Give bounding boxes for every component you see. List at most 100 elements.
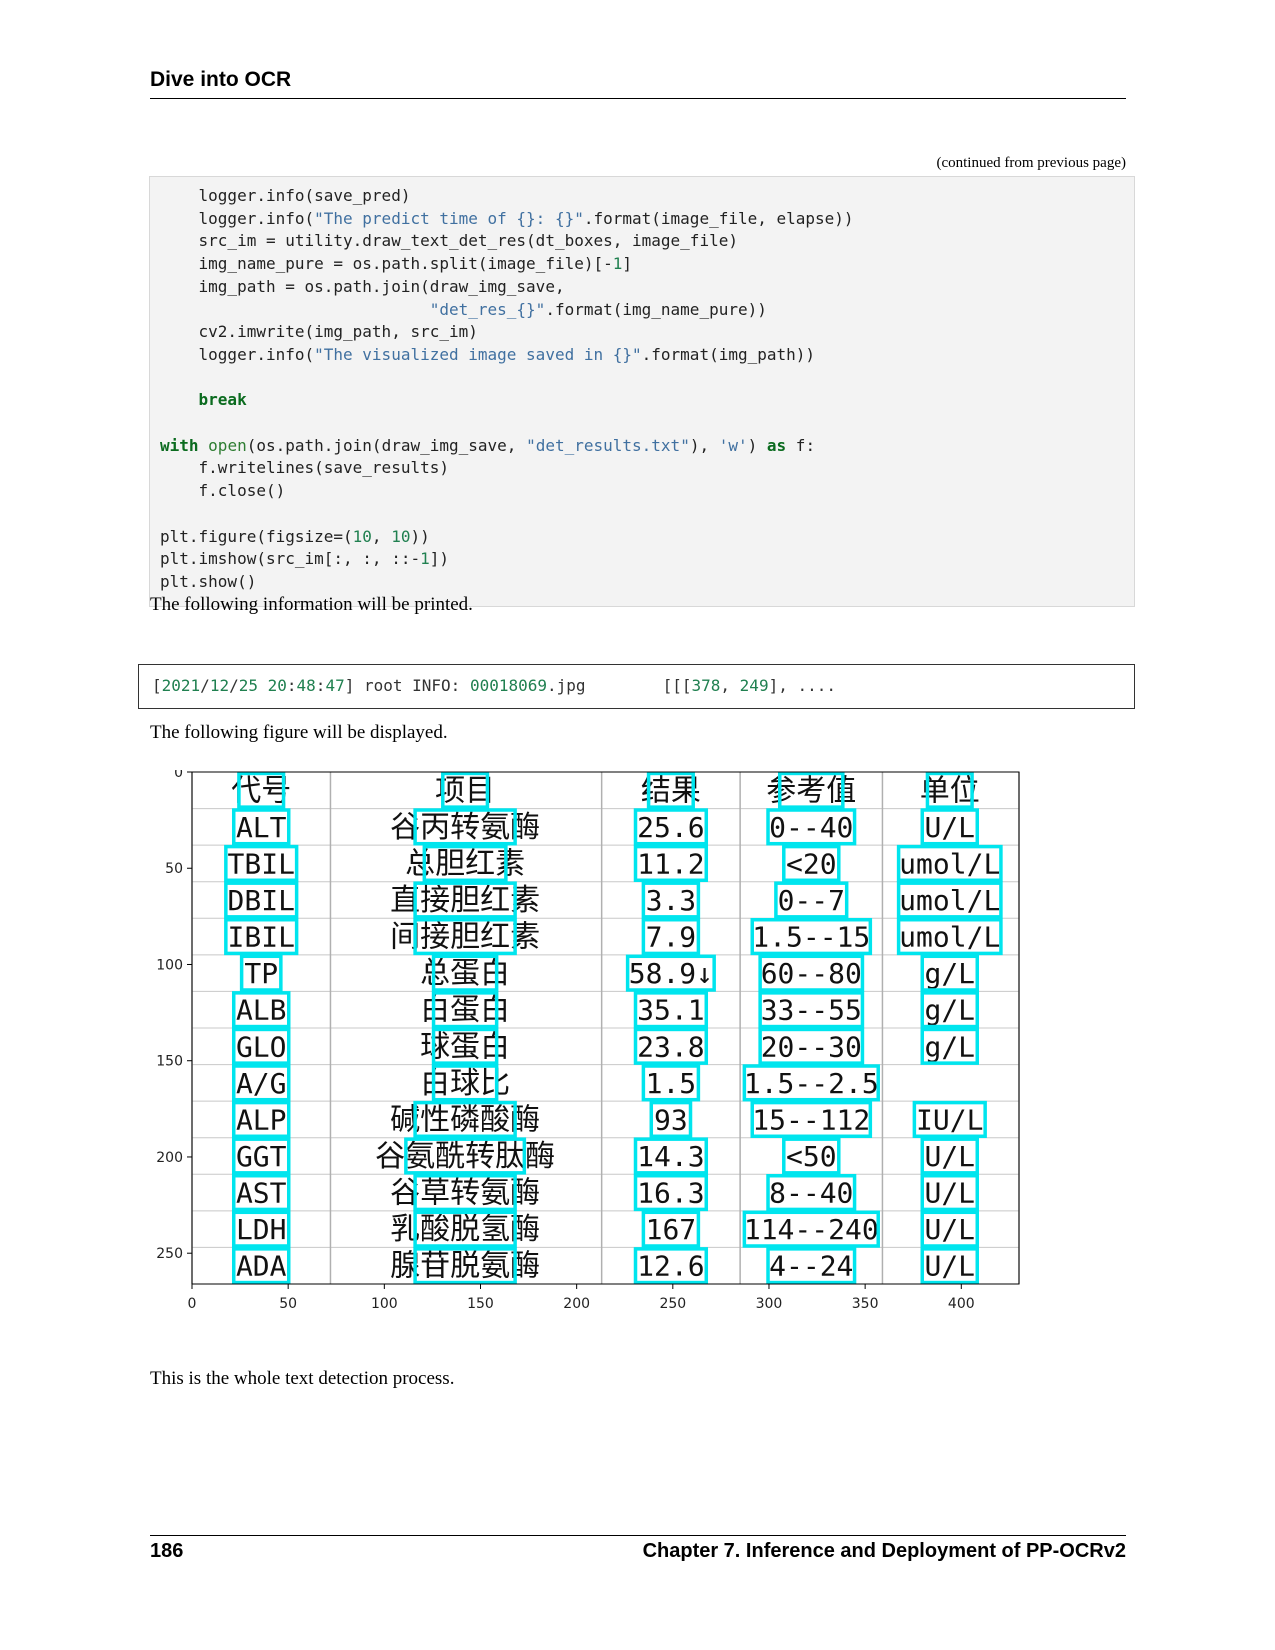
table-cell-text: ALB [236, 994, 287, 1027]
table-cell-text: 8--40 [769, 1177, 853, 1210]
x-tick-label: 350 [852, 1296, 879, 1312]
table-cell-text: umol/L [899, 921, 1000, 954]
table-cell-text: 谷丙转氨酶 [390, 810, 540, 845]
table-cell-text: g/L [924, 994, 975, 1027]
table-cell-text: ALT [236, 811, 287, 844]
y-tick-label: 0 [174, 770, 183, 781]
table-cell-text: 3.3 [646, 884, 697, 917]
table-cell-text: 腺苷脱氨酶 [390, 1249, 540, 1284]
footer-chapter-title: Chapter 7. Inference and Deployment of P… [642, 1540, 1126, 1562]
table-cell-text: LDH [236, 1213, 287, 1246]
table-cell-text: 58.9↓ [629, 957, 713, 990]
code-line: "det_res_{}".format(img_name_pure)) [429, 299, 767, 319]
table-cell-text: 35.1 [637, 994, 704, 1027]
x-tick-label: 50 [279, 1296, 297, 1312]
y-tick-label: 200 [156, 1150, 183, 1166]
code-line: logger.info("The predict time of {}: {}"… [160, 208, 854, 228]
code-line: img_name_pure = os.path.split(image_file… [160, 254, 633, 274]
x-tick-label: 150 [467, 1296, 494, 1312]
table-cell-text: IBIL [228, 921, 295, 954]
table-cell-text: 11.2 [637, 847, 704, 880]
output-text: [2021/12/25 20:48:47] root INFO: 0001806… [152, 676, 837, 695]
footer-page-number: 186 [150, 1540, 184, 1562]
running-header-title: Dive into OCR [150, 68, 292, 91]
table-cell-text: ADA [236, 1250, 287, 1283]
table-cell-text: TP [244, 957, 278, 990]
output-block: [2021/12/25 20:48:47] root INFO: 0001806… [138, 664, 1135, 709]
table-cell-text: 碱性磷酸酶 [390, 1102, 540, 1137]
code-line: f.writelines(save_results) [160, 458, 449, 478]
y-tick-label: 250 [156, 1246, 183, 1262]
table-cell-text: umol/L [899, 847, 1000, 880]
table-cell-text: 7.9 [646, 921, 697, 954]
code-line: plt.imshow(src_im[:, :, ::-1]) [160, 549, 449, 569]
paragraph-closing: This is the whole text detection process… [150, 1368, 455, 1389]
table-cell-text: 114--240 [744, 1213, 879, 1246]
table-cell-text: GLO [236, 1030, 287, 1063]
table-cell-text: 23.8 [637, 1030, 704, 1063]
table-cell-text: 直接胆红素 [390, 883, 540, 918]
table-cell-text: U/L [924, 1177, 975, 1210]
table-cell-text: 4--24 [769, 1250, 853, 1283]
y-tick-label: 100 [156, 957, 183, 973]
paragraph-printed: The following information will be printe… [150, 594, 473, 615]
table-cell-text: <50 [786, 1140, 837, 1173]
code-line: img_path = os.path.join(draw_img_save, [160, 276, 565, 296]
table-cell-text: U/L [924, 811, 975, 844]
table-cell-text: 167 [646, 1213, 697, 1246]
code-line: logger.info("The visualized image saved … [160, 344, 816, 364]
table-cell-text: 0--40 [769, 811, 853, 844]
table-cell-text: 谷草转氨酶 [390, 1176, 540, 1211]
paragraph-figure: The following figure will be displayed. [150, 722, 448, 743]
continued-note: (continued from previous page) [936, 155, 1126, 171]
table-cell-text: 1.5--2.5 [744, 1067, 879, 1100]
detection-figure: 代号 项目 结果 参考值 单位ALT 谷丙转氨酶 25.6 0--40 U/LTBIL 总胆红素 1… [156, 770, 1020, 1312]
table-cell-text: 0--7 [778, 884, 845, 917]
table-cell-text: 谷氨酰转肽酶 [375, 1139, 555, 1174]
table-cell-text: 14.3 [637, 1140, 704, 1173]
x-tick-label: 100 [371, 1296, 398, 1312]
table-cell-text: DBIL [228, 884, 295, 917]
table-cell-text: 1.5 [646, 1067, 697, 1100]
x-tick-label: 200 [563, 1296, 590, 1312]
table-cell-text: 20--30 [761, 1030, 862, 1063]
table-cell-text: U/L [924, 1140, 975, 1173]
footer-rule [150, 1535, 1126, 1536]
table-cell-text: A/G [236, 1067, 287, 1100]
table-cell-text: <20 [786, 847, 837, 880]
table-cell-text: 25.6 [637, 811, 704, 844]
table-cell-text: IU/L [916, 1103, 983, 1136]
table-cell-text: 1.5--15 [752, 921, 870, 954]
table-cell-text: 16.3 [637, 1177, 704, 1210]
table-cell-text: umol/L [899, 884, 1000, 917]
code-line: with open(os.path.join(draw_img_save, "d… [160, 435, 816, 455]
y-tick-label: 150 [156, 1054, 183, 1070]
code-line: f.close() [160, 481, 286, 501]
header-rule [150, 98, 1126, 99]
table-cell-text: ALP [236, 1103, 287, 1136]
table-cell-text: U/L [924, 1250, 975, 1283]
code-line: break [198, 390, 247, 410]
code-line: src_im = utility.draw_text_det_res(dt_bo… [160, 231, 738, 251]
table-cell-text: AST [236, 1177, 287, 1210]
x-tick-label: 300 [756, 1296, 783, 1312]
table-cell-text: 12.6 [637, 1250, 704, 1283]
table-cell-text: 乳酸脱氢酶 [390, 1212, 540, 1247]
x-tick-label: 0 [188, 1296, 197, 1312]
y-tick-label: 50 [165, 861, 183, 877]
table-cell-text: 93 [654, 1103, 688, 1136]
code-text: logger.info(save_pred) logger.info("The … [160, 185, 854, 594]
code-line: cv2.imwrite(img_path, src_im) [160, 322, 478, 342]
table-cell-text: g/L [924, 957, 975, 990]
table-cell-text: TBIL [228, 847, 295, 880]
code-block: logger.info(save_pred) logger.info("The … [149, 176, 1135, 607]
table-cell-text: GGT [236, 1140, 287, 1173]
x-tick-label: 400 [948, 1296, 975, 1312]
code-line: plt.show() [160, 571, 257, 591]
table-cell-text: g/L [924, 1030, 975, 1063]
code-line: logger.info(save_pred) [160, 186, 411, 205]
table-cell-text: 33--55 [761, 994, 862, 1027]
x-tick-label: 250 [659, 1296, 686, 1312]
table-cell-text: U/L [924, 1213, 975, 1246]
table-cell-text: 60--80 [761, 957, 862, 990]
